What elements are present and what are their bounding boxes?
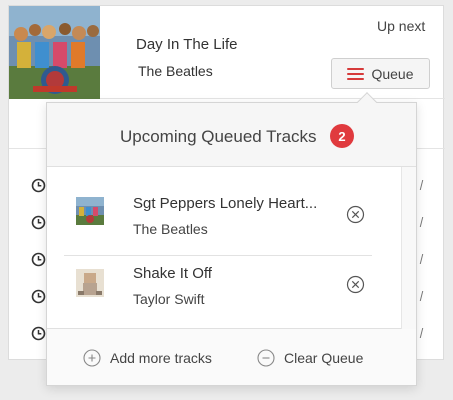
now-playing-title: Day In The Life [136, 36, 238, 53]
queue-count-badge: 2 [330, 124, 354, 148]
track-artist: Taylor Swift [133, 291, 205, 307]
track-list-scrollbar[interactable] [401, 167, 416, 329]
queue-button-label: Queue [371, 65, 414, 82]
track-title: Shake It Off [133, 265, 212, 282]
now-playing-bar: Day In The Life The Beatles Up next Queu… [9, 6, 445, 99]
queue-popover: Upcoming Queued Tracks 2 Sgt Peppers Lon… [46, 92, 417, 386]
clear-queue-button[interactable]: Clear Queue [257, 349, 363, 367]
queued-track-row[interactable]: Shake It Off Taylor Swift [47, 257, 401, 339]
circle-x-icon[interactable] [346, 275, 365, 294]
track-album-art [76, 269, 104, 297]
track-divider [64, 255, 372, 256]
clear-queue-label: Clear Queue [284, 350, 364, 366]
clock-icon [31, 326, 46, 341]
hamburger-icon [347, 67, 365, 80]
popover-title: Upcoming Queued Tracks [120, 127, 317, 146]
now-playing-artist: The Beatles [138, 63, 213, 79]
popover-header: Upcoming Queued Tracks 2 [47, 103, 416, 167]
queued-track-row[interactable]: Sgt Peppers Lonely Heart... The Beatles [47, 167, 401, 249]
popover-footer: Add more tracks Clear Queue [47, 329, 416, 385]
circle-x-icon[interactable] [346, 205, 365, 224]
add-more-tracks-label: Add more tracks [110, 350, 212, 366]
track-artist: The Beatles [133, 221, 208, 237]
track-album-art [76, 197, 104, 225]
circle-plus-icon [83, 349, 101, 367]
clock-icon [31, 215, 46, 230]
add-more-tracks-button[interactable]: Add more tracks [83, 349, 212, 367]
queued-track-list: Sgt Peppers Lonely Heart... The Beatles … [47, 167, 416, 329]
clock-icon [31, 289, 46, 304]
circle-minus-icon [257, 349, 275, 367]
now-playing-album-art [9, 6, 100, 99]
up-next-label: Up next [377, 18, 426, 34]
clock-icon [31, 178, 46, 193]
queue-button[interactable]: Queue [331, 58, 430, 89]
clock-icon [31, 252, 46, 267]
track-title: Sgt Peppers Lonely Heart... [133, 195, 318, 212]
